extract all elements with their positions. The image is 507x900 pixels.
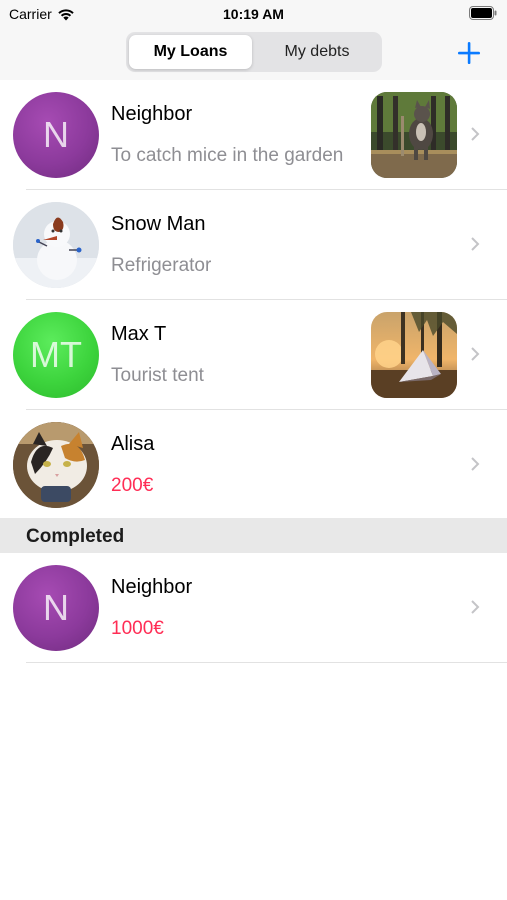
segment-my-loans[interactable]: My Loans bbox=[129, 35, 252, 69]
avatar: N bbox=[13, 92, 99, 178]
loan-row[interactable]: N Neighbor To catch mice in the garden bbox=[0, 80, 507, 190]
navigation-bar: My Loans My debts bbox=[0, 28, 507, 81]
item-photo-tent bbox=[371, 312, 457, 398]
chevron-right-icon bbox=[471, 600, 480, 614]
plus-icon bbox=[458, 42, 480, 64]
avatar-initials: N bbox=[43, 587, 69, 628]
item-photo-cat bbox=[371, 92, 457, 178]
status-time: 10:19 AM bbox=[223, 6, 284, 22]
avatar-initials: MT bbox=[30, 334, 82, 375]
chevron-right-icon bbox=[471, 457, 480, 471]
chevron-right-icon bbox=[471, 347, 480, 361]
section-title: Completed bbox=[26, 526, 125, 547]
loan-contact-name: Alisa bbox=[111, 433, 155, 455]
chevron-right-icon bbox=[471, 237, 480, 251]
cat-photo bbox=[13, 422, 99, 508]
loan-row[interactable]: Snow Man Refrigerator bbox=[0, 190, 507, 300]
snowman-photo bbox=[13, 202, 99, 288]
battery-icon bbox=[469, 6, 497, 20]
loan-row[interactable]: Alisa 200€ bbox=[0, 410, 507, 520]
loan-amount: 200€ bbox=[111, 475, 154, 496]
loan-contact-name: Neighbor bbox=[111, 576, 193, 598]
loan-item-description: To catch mice in the garden bbox=[111, 145, 344, 166]
completed-section-header: Completed bbox=[0, 518, 507, 553]
chevron-right-icon bbox=[471, 127, 480, 141]
loans-debts-segmented-control: My Loans My debts bbox=[126, 32, 382, 72]
loan-item-description: Refrigerator bbox=[111, 255, 212, 276]
avatar-initials: N bbox=[43, 114, 69, 155]
avatar: MT bbox=[13, 312, 99, 398]
status-bar: Carrier 10:19 AM bbox=[0, 0, 507, 28]
avatar bbox=[13, 202, 99, 288]
avatar: N bbox=[13, 565, 99, 651]
loan-contact-name: Snow Man bbox=[111, 213, 206, 235]
loan-row[interactable]: MT Max T Tourist tent bbox=[0, 300, 507, 410]
loan-item-description: Tourist tent bbox=[111, 365, 204, 386]
completed-loan-row[interactable]: N Neighbor 1000€ bbox=[0, 553, 507, 663]
row-divider bbox=[26, 662, 507, 663]
add-loan-button[interactable] bbox=[455, 39, 483, 67]
avatar bbox=[13, 422, 99, 508]
loan-amount: 1000€ bbox=[111, 618, 164, 639]
loan-contact-name: Max T bbox=[111, 323, 167, 345]
segment-my-debts[interactable]: My debts bbox=[255, 35, 379, 69]
loan-contact-name: Neighbor bbox=[111, 103, 193, 125]
